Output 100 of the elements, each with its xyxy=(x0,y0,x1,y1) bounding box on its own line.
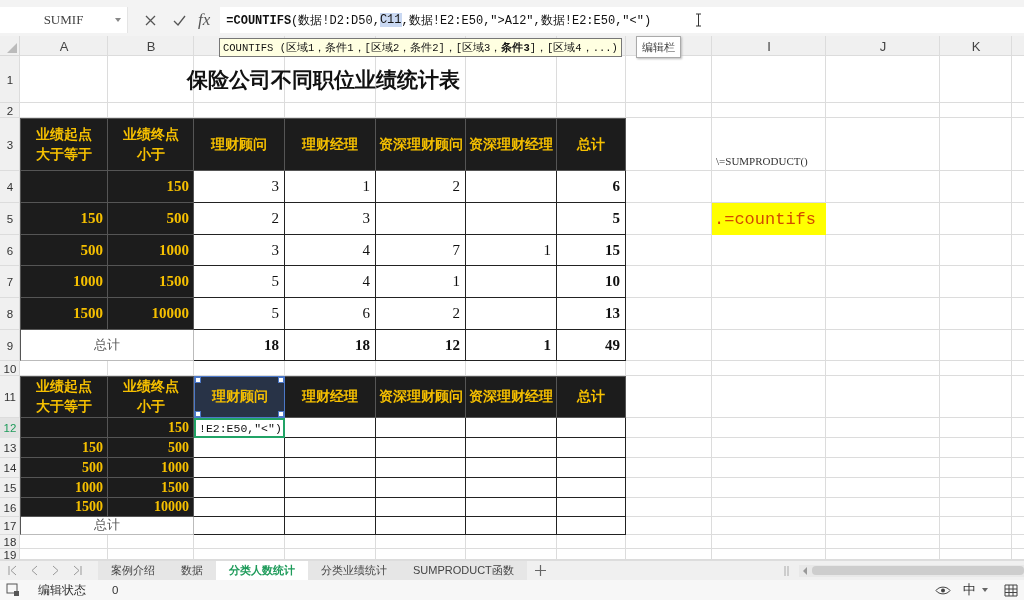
row-header[interactable]: 18 xyxy=(0,535,20,549)
cancel-icon[interactable] xyxy=(145,14,156,26)
table-cell: 3 xyxy=(194,235,285,266)
row-header[interactable]: 5 xyxy=(0,203,20,235)
table-cell: 2 xyxy=(376,171,466,203)
table-cell: 18 xyxy=(285,330,376,361)
scroll-left-icon[interactable] xyxy=(802,566,808,575)
table-cell xyxy=(557,517,626,535)
row-header[interactable]: 4 xyxy=(0,171,20,203)
column-header[interactable]: I xyxy=(712,36,826,56)
table-cell: 1000 xyxy=(20,266,108,298)
table-cell: 150 xyxy=(20,203,108,235)
caret-icon[interactable] xyxy=(982,588,988,592)
table-cell: 1500 xyxy=(108,266,194,298)
table-cell: 1000 xyxy=(108,458,194,478)
table-cell: 4 xyxy=(285,235,376,266)
selection-handle[interactable] xyxy=(195,411,201,417)
status-text: 编辑状态 xyxy=(38,582,86,598)
split-handle-icon[interactable] xyxy=(784,565,789,576)
table-cell: 5 xyxy=(194,266,285,298)
column-header[interactable]: B xyxy=(108,36,194,56)
row-header[interactable]: 7 xyxy=(0,266,20,298)
function-button[interactable]: fx xyxy=(198,10,211,30)
horizontal-scrollbar[interactable] xyxy=(799,564,1024,577)
table-header: 资深理财顾问 xyxy=(376,376,466,418)
table-cell: 3 xyxy=(285,203,376,235)
input-method-button[interactable]: 中 xyxy=(963,581,976,599)
table-header: 总计 xyxy=(557,376,626,418)
row-header[interactable]: 10 xyxy=(0,361,20,376)
table-header: 理财经理 xyxy=(285,376,376,418)
table-cell: 总计 xyxy=(20,330,194,361)
table-cell: 6 xyxy=(285,298,376,330)
table-header: 业绩终点 小于 xyxy=(108,376,194,418)
row-header[interactable]: 1 xyxy=(0,56,20,103)
table-cell: 15 xyxy=(557,235,626,266)
row-header[interactable]: 13 xyxy=(0,438,20,458)
table-header: 理财经理 xyxy=(285,118,376,171)
row-header[interactable]: 3 xyxy=(0,118,20,171)
triangle-icon xyxy=(7,43,17,53)
row-header[interactable]: 6 xyxy=(0,235,20,266)
table-cell: 13 xyxy=(557,298,626,330)
table-cell: 1500 xyxy=(20,298,108,330)
caret-icon xyxy=(115,18,121,22)
table-cell: 1 xyxy=(466,330,557,361)
text-cursor-icon xyxy=(695,13,703,27)
table-cell: 1000 xyxy=(108,235,194,266)
status-count: 0 xyxy=(112,584,119,596)
previous-sheet-icon[interactable] xyxy=(31,565,38,576)
selection-handle[interactable] xyxy=(195,377,201,383)
check-icon[interactable] xyxy=(173,14,186,26)
name-box[interactable]: SUMIF xyxy=(0,7,128,33)
cell-editor[interactable]: !E2:E50,"<") xyxy=(194,418,285,438)
eye-icon[interactable] xyxy=(935,584,951,596)
table-header: 业绩终点 小于 xyxy=(108,118,194,171)
sheet-tab[interactable]: SUMPRODUCT函数 xyxy=(400,561,527,580)
sheet-tab[interactable]: 数据 xyxy=(168,561,216,580)
cell-text: \=SUMPRODUCT() xyxy=(716,155,808,167)
macro-icon[interactable] xyxy=(6,583,20,597)
row-header[interactable]: 9 xyxy=(0,330,20,361)
row-header[interactable]: 2 xyxy=(0,103,20,118)
table-cell: 49 xyxy=(557,330,626,361)
table-cell xyxy=(557,438,626,458)
table-cell: 4 xyxy=(285,266,376,298)
column-header[interactable]: K xyxy=(940,36,1012,56)
table-cell: 10 xyxy=(557,266,626,298)
add-sheet-icon[interactable] xyxy=(534,565,546,576)
table-header: 资深理财顾问 xyxy=(376,118,466,171)
table-header: 理财顾问 xyxy=(194,376,285,418)
column-header[interactable]: A xyxy=(20,36,108,56)
formula-field[interactable]: =COUNTIFS(数据!D2:D50,C11,数据!E2:E50,">A12",数据!E2:E50,"<") xyxy=(220,7,1024,33)
grid-view-icon[interactable] xyxy=(1004,583,1018,597)
next-sheet-icon[interactable] xyxy=(52,565,59,576)
sheet-title: 保险公司不同职位业绩统计表 xyxy=(186,66,460,93)
table-cell: 7 xyxy=(376,235,466,266)
table-cell: 3 xyxy=(194,171,285,203)
selection-handle[interactable] xyxy=(278,377,284,383)
row-header[interactable]: 8 xyxy=(0,298,20,330)
table-cell: 10000 xyxy=(108,298,194,330)
selection-handle[interactable] xyxy=(278,411,284,417)
sheet-tab[interactable]: 分类业绩统计 xyxy=(308,561,400,580)
row-header[interactable]: 16 xyxy=(0,498,20,517)
table-cell: 150 xyxy=(108,418,194,438)
table-cell: 5 xyxy=(194,298,285,330)
table-cell: 150 xyxy=(108,171,194,203)
sheet-tab[interactable]: 分类人数统计 xyxy=(216,561,308,580)
row-header[interactable]: 15 xyxy=(0,478,20,498)
table-header: 总计 xyxy=(557,118,626,171)
table-header: 资深理财经理 xyxy=(466,118,557,171)
scroll-thumb[interactable] xyxy=(812,566,1024,575)
table-cell: 1 xyxy=(285,171,376,203)
column-header[interactable]: J xyxy=(826,36,940,56)
row-header[interactable]: 17 xyxy=(0,517,20,535)
table-cell: 2 xyxy=(194,203,285,235)
table-cell: 500 xyxy=(20,235,108,266)
row-header[interactable]: 11 xyxy=(0,376,20,418)
sheet-tab[interactable]: 案例介绍 xyxy=(98,561,168,580)
table-header: 理财顾问 xyxy=(194,118,285,171)
table-cell: 500 xyxy=(108,438,194,458)
row-header[interactable]: 14 xyxy=(0,458,20,478)
row-header[interactable]: 19 xyxy=(0,549,20,560)
